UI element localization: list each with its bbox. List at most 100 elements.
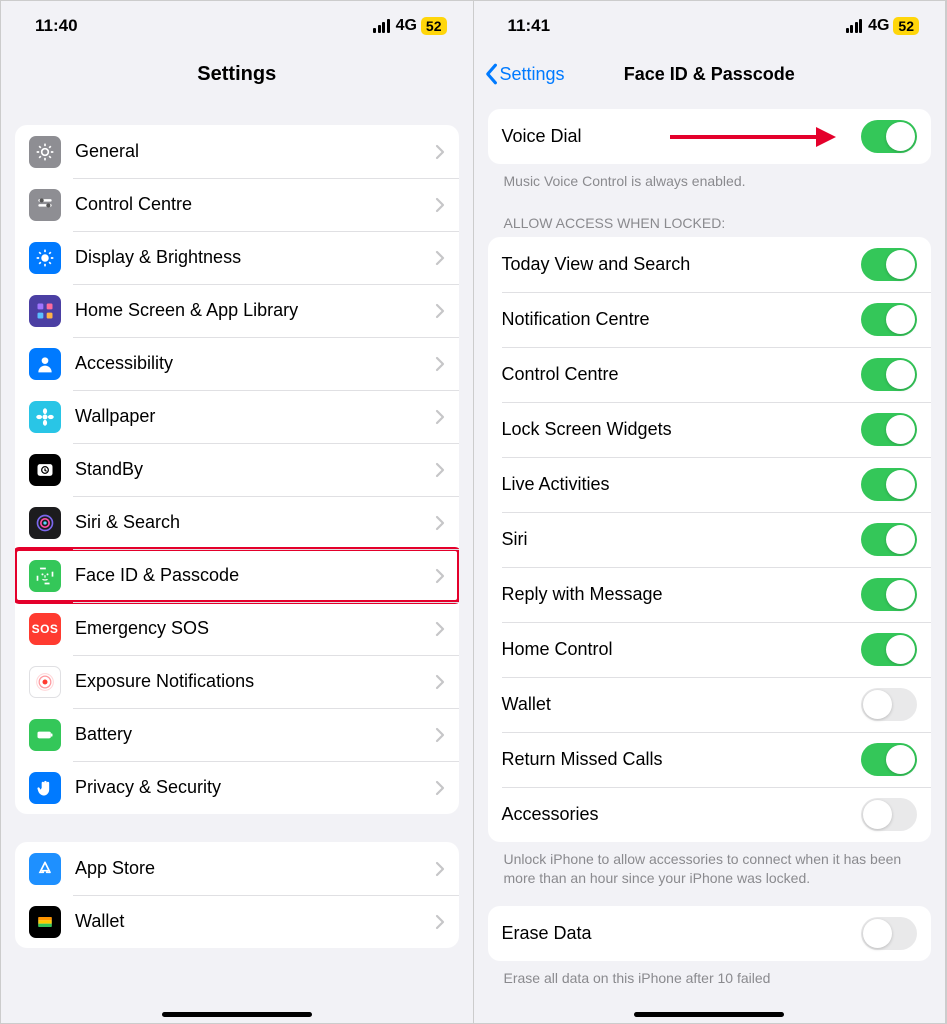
settings-row-siri[interactable]: Siri & Search — [15, 496, 459, 549]
settings-row-exposure[interactable]: Exposure Notifications — [15, 655, 459, 708]
allow-access-group: Today View and Search Notification Centre… — [488, 237, 932, 842]
signal-icon — [846, 19, 863, 33]
widgets-toggle[interactable] — [861, 413, 917, 446]
reply-toggle[interactable] — [861, 578, 917, 611]
allow-row-control[interactable]: Control Centre — [488, 347, 932, 402]
row-label: Emergency SOS — [75, 618, 435, 639]
settings-row-home-screen[interactable]: Home Screen & App Library — [15, 284, 459, 337]
voice-dial-label: Voice Dial — [502, 126, 862, 147]
voice-dial-group: Voice Dial — [488, 109, 932, 164]
settings-row-standby[interactable]: StandBy — [15, 443, 459, 496]
row-label: Notification Centre — [502, 309, 862, 330]
battery-icon — [29, 719, 61, 751]
home-indicator[interactable] — [634, 1012, 784, 1017]
row-label: Siri — [502, 529, 862, 550]
network-label: 4G — [396, 17, 417, 35]
chevron-right-icon — [435, 197, 445, 213]
chevron-right-icon — [435, 568, 445, 584]
wallpaper-icon — [29, 401, 61, 433]
siri-toggle[interactable] — [861, 523, 917, 556]
notif-toggle[interactable] — [861, 303, 917, 336]
settings-row-privacy[interactable]: Privacy & Security — [15, 761, 459, 814]
missed-toggle[interactable] — [861, 743, 917, 776]
settings-row-general[interactable]: General — [15, 125, 459, 178]
allow-row-missed[interactable]: Return Missed Calls — [488, 732, 932, 787]
today-toggle[interactable] — [861, 248, 917, 281]
settings-screen: 11:40 4G 52 Settings GeneralControl Cent… — [1, 1, 474, 1023]
display-icon — [29, 242, 61, 274]
settings-row-accessibility[interactable]: Accessibility — [15, 337, 459, 390]
back-label: Settings — [500, 64, 565, 85]
settings-row-sos[interactable]: SOSEmergency SOS — [15, 602, 459, 655]
settings-row-appstore[interactable]: App Store — [15, 842, 459, 895]
settings-group: General Control Centre Display & Brightnes… — [15, 125, 459, 814]
faceid-content[interactable]: Voice Dial Music Voice Control is always… — [474, 97, 946, 1023]
chevron-right-icon — [435, 861, 445, 877]
chevron-right-icon — [435, 780, 445, 796]
erase-data-label: Erase Data — [502, 923, 862, 944]
signal-icon — [373, 19, 390, 33]
allow-row-reply[interactable]: Reply with Message — [488, 567, 932, 622]
row-label: Privacy & Security — [75, 777, 435, 798]
wallet-toggle[interactable] — [861, 688, 917, 721]
chevron-right-icon — [435, 914, 445, 930]
allow-row-notif[interactable]: Notification Centre — [488, 292, 932, 347]
siri-icon — [29, 507, 61, 539]
row-label: Live Activities — [502, 474, 862, 495]
faceid-passcode-screen: 11:41 4G 52 Settings Face ID & Passcode … — [474, 1, 947, 1023]
allow-row-home[interactable]: Home Control — [488, 622, 932, 677]
row-label: Face ID & Passcode — [75, 565, 435, 586]
acc-toggle[interactable] — [861, 798, 917, 831]
nav-header: Settings Face ID & Passcode — [474, 51, 946, 97]
chevron-right-icon — [435, 144, 445, 160]
chevron-right-icon — [435, 727, 445, 743]
chevron-right-icon — [435, 462, 445, 478]
status-bar: 11:40 4G 52 — [1, 1, 473, 51]
allow-row-acc[interactable]: Accessories — [488, 787, 932, 842]
settings-list[interactable]: General Control Centre Display & Brightnes… — [1, 97, 473, 1023]
settings-row-wallpaper[interactable]: Wallpaper — [15, 390, 459, 443]
status-bar: 11:41 4G 52 — [474, 1, 946, 51]
chevron-right-icon — [435, 250, 445, 266]
allow-row-widgets[interactable]: Lock Screen Widgets — [488, 402, 932, 457]
exposure-icon — [29, 666, 61, 698]
settings-row-faceid[interactable]: Face ID & Passcode — [15, 549, 459, 602]
home-screen-icon — [29, 295, 61, 327]
row-label: Reply with Message — [502, 584, 862, 605]
row-label: Wallet — [75, 911, 435, 932]
home-toggle[interactable] — [861, 633, 917, 666]
voice-dial-toggle[interactable] — [861, 120, 917, 153]
live-toggle[interactable] — [861, 468, 917, 501]
erase-data-toggle[interactable] — [861, 917, 917, 950]
erase-data-row[interactable]: Erase Data — [488, 906, 932, 961]
control-toggle[interactable] — [861, 358, 917, 391]
row-label: Today View and Search — [502, 254, 862, 275]
allow-row-today[interactable]: Today View and Search — [488, 237, 932, 292]
network-label: 4G — [868, 17, 889, 35]
privacy-icon — [29, 772, 61, 804]
home-indicator[interactable] — [162, 1012, 312, 1017]
accessibility-icon — [29, 348, 61, 380]
battery-badge: 52 — [893, 17, 919, 35]
back-button[interactable]: Settings — [484, 63, 565, 85]
row-label: Wallpaper — [75, 406, 435, 427]
row-label: Home Screen & App Library — [75, 300, 435, 321]
settings-row-display[interactable]: Display & Brightness — [15, 231, 459, 284]
row-label: Display & Brightness — [75, 247, 435, 268]
row-label: Control Centre — [75, 194, 435, 215]
settings-row-control-centre[interactable]: Control Centre — [15, 178, 459, 231]
allow-row-siri[interactable]: Siri — [488, 512, 932, 567]
chevron-right-icon — [435, 303, 445, 319]
chevron-right-icon — [435, 515, 445, 531]
row-label: Control Centre — [502, 364, 862, 385]
row-label: Home Control — [502, 639, 862, 660]
settings-row-battery[interactable]: Battery — [15, 708, 459, 761]
allow-row-wallet[interactable]: Wallet — [488, 677, 932, 732]
row-label: Accessories — [502, 804, 862, 825]
erase-data-group: Erase Data — [488, 906, 932, 961]
allow-row-live[interactable]: Live Activities — [488, 457, 932, 512]
chevron-left-icon — [484, 63, 498, 85]
row-label: Exposure Notifications — [75, 671, 435, 692]
voice-dial-row[interactable]: Voice Dial — [488, 109, 932, 164]
settings-row-wallet[interactable]: Wallet — [15, 895, 459, 948]
